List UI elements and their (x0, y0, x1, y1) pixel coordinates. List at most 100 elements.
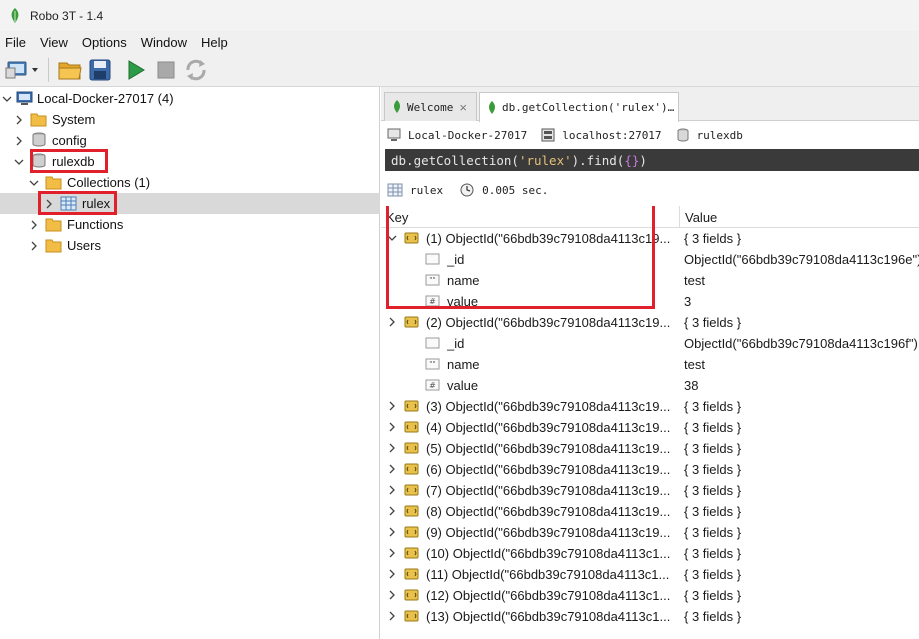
database-icon (677, 128, 689, 142)
document-row[interactable]: (6) ObjectId("66bdb39c79108da4113c19... {… (381, 459, 919, 480)
document-row[interactable]: (12) ObjectId("66bdb39c79108da4113c1... {… (381, 585, 919, 606)
tree-users[interactable]: Users (0, 235, 380, 256)
stop-button[interactable] (153, 57, 179, 83)
document-value: { 3 fields } (684, 399, 742, 414)
menu-window[interactable]: Window (134, 35, 194, 50)
tree-collection-rulex[interactable]: rulex (0, 193, 380, 214)
field-row[interactable]: "" name test (381, 354, 919, 375)
document-row[interactable]: (13) ObjectId("66bdb39c79108da4113c1... {… (381, 606, 919, 627)
query-editor[interactable]: db.getCollection('rulex').find({}) (385, 149, 919, 171)
field-row[interactable]: # value 38 (381, 375, 919, 396)
chevron-right-icon[interactable] (387, 443, 397, 453)
chevron-right-icon[interactable] (387, 569, 397, 579)
run-button[interactable] (123, 57, 149, 83)
chevron-right-icon[interactable] (387, 401, 397, 411)
chevron-right-icon[interactable] (29, 220, 39, 230)
menu-help[interactable]: Help (194, 35, 235, 50)
field-key: value (447, 378, 479, 393)
document-value: { 3 fields } (684, 567, 742, 582)
tree-functions[interactable]: Functions (0, 214, 380, 235)
chevron-right-icon[interactable] (387, 527, 397, 537)
field-key: name (447, 357, 480, 372)
chevron-right-icon[interactable] (387, 422, 397, 432)
chevron-right-icon[interactable] (387, 317, 397, 327)
chevron-down-icon[interactable] (387, 233, 397, 243)
document-key: (6) ObjectId("66bdb39c79108da4113c19... (426, 462, 671, 477)
rotate-icon (186, 59, 206, 80)
column-divider[interactable] (679, 206, 680, 228)
chevron-right-icon[interactable] (387, 611, 397, 621)
document-row[interactable]: (1) ObjectId("66bdb39c79108da4113c19... {… (381, 228, 919, 249)
tree-collections[interactable]: Collections (1) (0, 172, 380, 193)
tree-collection-label: rulex (82, 196, 111, 211)
chevron-right-icon[interactable] (44, 199, 54, 209)
tree-collections-label: Collections (1) (67, 175, 151, 190)
chevron-right-icon[interactable] (387, 464, 397, 474)
close-icon[interactable]: × (459, 100, 467, 115)
chevron-down-icon[interactable] (29, 178, 39, 188)
menu-view[interactable]: View (33, 35, 75, 50)
database-icon (32, 132, 46, 147)
chevron-right-icon[interactable] (387, 548, 397, 558)
tree-database-rulexdb[interactable]: rulexdb (0, 151, 380, 172)
document-row[interactable]: (3) ObjectId("66bdb39c79108da4113c19... {… (381, 396, 919, 417)
document-key: (13) ObjectId("66bdb39c79108da4113c1... (426, 609, 671, 624)
save-button[interactable] (87, 57, 113, 83)
document-row[interactable]: (4) ObjectId("66bdb39c79108da4113c19... {… (381, 417, 919, 438)
column-value-header[interactable]: Value (685, 210, 717, 225)
menu-file[interactable]: File (0, 35, 33, 50)
document-key: (12) ObjectId("66bdb39c79108da4113c1... (426, 588, 671, 603)
chevron-right-icon[interactable] (387, 485, 397, 495)
document-value: { 3 fields } (684, 315, 742, 330)
document-row[interactable]: (9) ObjectId("66bdb39c79108da4113c19... {… (381, 522, 919, 543)
explorer-tree: Local-Docker-27017 (4) System config rul… (0, 87, 380, 639)
menu-options[interactable]: Options (75, 35, 134, 50)
field-row[interactable]: _id ObjectId("66bdb39c79108da4113c196f") (381, 333, 919, 354)
document-row[interactable]: (10) ObjectId("66bdb39c79108da4113c1... {… (381, 543, 919, 564)
tab-welcome[interactable]: Welcome × (384, 92, 477, 121)
tab-query-label: db.getCollection('rulex')… (502, 101, 675, 114)
chevron-right-icon[interactable] (387, 590, 397, 600)
field-row[interactable]: # value 3 (381, 291, 919, 312)
field-row[interactable]: "" name test (381, 270, 919, 291)
open-button[interactable] (57, 57, 83, 83)
document-key: (4) ObjectId("66bdb39c79108da4113c19... (426, 420, 671, 435)
query-text-find: ).find( (571, 152, 625, 168)
chevron-right-icon[interactable] (29, 241, 39, 251)
field-key: value (447, 294, 479, 309)
document-icon (404, 610, 419, 622)
connect-button[interactable] (4, 57, 42, 83)
document-icon (404, 547, 419, 559)
grid-header: Key Value (381, 206, 919, 228)
objectid-type-icon (425, 253, 440, 265)
svg-text:"": "" (429, 360, 435, 368)
chevron-down-icon[interactable] (14, 157, 24, 167)
chevron-right-icon[interactable] (387, 506, 397, 516)
document-key: (9) ObjectId("66bdb39c79108da4113c19... (426, 525, 671, 540)
document-row[interactable]: (8) ObjectId("66bdb39c79108da4113c19... {… (381, 501, 919, 522)
save-icon (89, 59, 111, 80)
database-icon (32, 153, 46, 168)
chevron-right-icon[interactable] (14, 136, 24, 146)
document-icon (404, 442, 419, 454)
chevron-right-icon[interactable] (14, 115, 24, 125)
query-panel: Welcome × db.getCollection('rulex')… × L… (381, 87, 919, 639)
document-row[interactable]: (7) ObjectId("66bdb39c79108da4113c19... {… (381, 480, 919, 501)
chevron-down-icon[interactable] (2, 94, 12, 104)
field-key: _id (447, 336, 465, 351)
document-row[interactable]: (5) ObjectId("66bdb39c79108da4113c19... {… (381, 438, 919, 459)
results-tree-grid[interactable]: Key Value (1) ObjectId("66bdb39c79108da4… (381, 206, 919, 639)
tree-connection[interactable]: Local-Docker-27017 (4) (0, 88, 380, 109)
toolbar-separator (48, 57, 49, 82)
tree-config[interactable]: config (0, 130, 380, 151)
rotate-button[interactable] (183, 57, 209, 83)
computer-icon (16, 91, 33, 105)
document-value: { 3 fields } (684, 609, 742, 624)
result-time: 0.005 sec. (459, 183, 548, 197)
column-key-header[interactable]: Key (386, 210, 408, 225)
tree-system[interactable]: System (0, 109, 380, 130)
tab-query[interactable]: db.getCollection('rulex')… × (479, 92, 679, 122)
document-row[interactable]: (2) ObjectId("66bdb39c79108da4113c19... {… (381, 312, 919, 333)
field-row[interactable]: _id ObjectId("66bdb39c79108da4113c196e") (381, 249, 919, 270)
document-row[interactable]: (11) ObjectId("66bdb39c79108da4113c1... {… (381, 564, 919, 585)
